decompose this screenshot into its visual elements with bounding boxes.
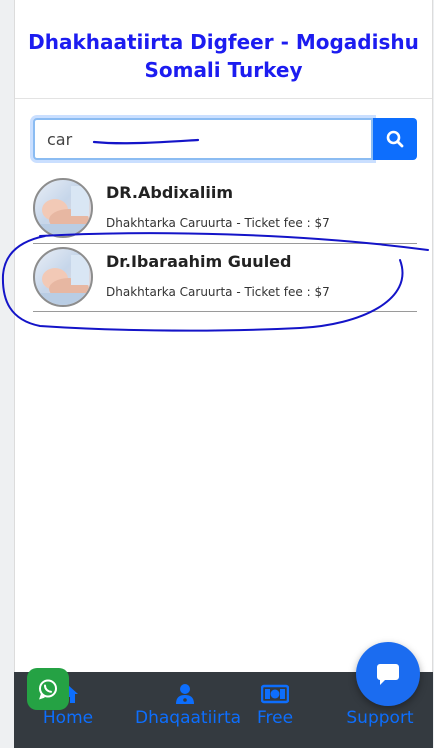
search-input[interactable]	[33, 118, 373, 160]
list-divider	[33, 243, 417, 244]
nav-support-label: Support	[346, 708, 414, 728]
doctor-info: Dhakhtarka Caruurta - Ticket fee : $7	[106, 285, 330, 299]
nav-dhaqaatiirta-label: Dhaqaatiirta	[135, 708, 242, 728]
chat-button[interactable]	[356, 642, 420, 706]
list-divider	[33, 311, 417, 312]
doctor-info: Dhakhtarka Caruurta - Ticket fee : $7	[106, 216, 330, 230]
doctor-name: Dr.Ibaraahim Guuled	[106, 252, 292, 271]
search-icon	[386, 130, 404, 148]
doctor-photo	[35, 255, 91, 305]
nav-home-label: Home	[42, 708, 94, 728]
doctor-avatar	[33, 178, 93, 238]
search-bar	[33, 118, 417, 160]
nav-support[interactable]: Support	[340, 708, 420, 728]
nav-free[interactable]: Free	[252, 682, 298, 728]
app-frame: Dhakhaatiirta Digfeer - Mogadishu Somali…	[14, 0, 433, 748]
nav-dhaqaatiirta[interactable]: Dhaqaatiirta	[135, 682, 242, 728]
nav-free-label: Free	[256, 708, 294, 728]
doctor-photo	[35, 186, 91, 236]
doctor-list-item-1[interactable]: DR.Abdixaliim Dhakhtarka Caruurta - Tick…	[33, 176, 417, 244]
money-icon	[261, 684, 289, 704]
page-title: Dhakhaatiirta Digfeer - Mogadishu Somali…	[15, 28, 432, 84]
doctor-name: DR.Abdixaliim	[106, 183, 233, 202]
doctor-list-item-2[interactable]: Dr.Ibaraahim Guuled Dhakhtarka Caruurta …	[33, 245, 417, 313]
whatsapp-button[interactable]	[27, 668, 69, 710]
page-title-line-2: Somali Turkey	[144, 58, 303, 82]
doctor-avatar	[33, 247, 93, 307]
chat-icon	[377, 664, 399, 685]
page-title-line-1: Dhakhaatiirta Digfeer - Mogadishu	[28, 30, 419, 54]
search-button[interactable]	[373, 118, 417, 160]
whatsapp-icon	[39, 679, 57, 700]
header-divider	[15, 98, 432, 99]
doctor-icon	[176, 684, 194, 704]
